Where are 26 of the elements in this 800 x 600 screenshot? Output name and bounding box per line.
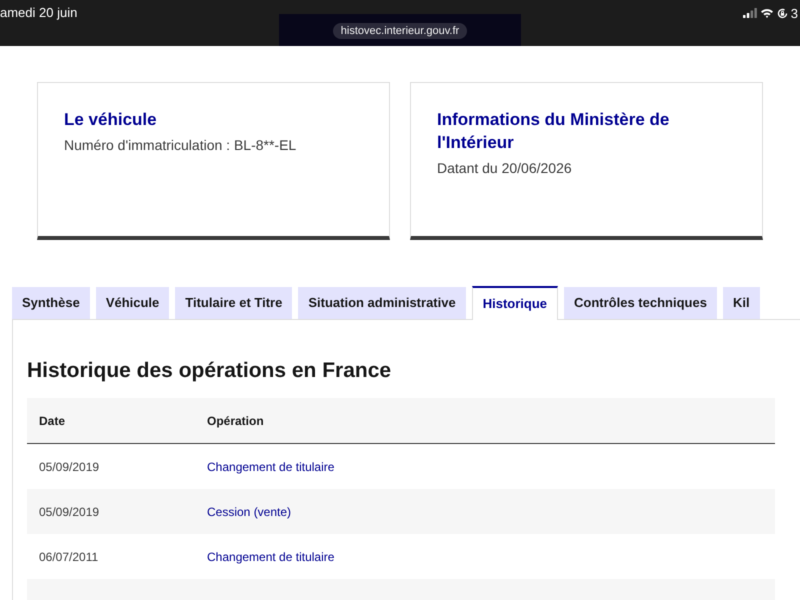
operation-link[interactable]: Changement de titulaire <box>207 548 334 566</box>
tab[interactable]: Synthèse <box>12 287 90 319</box>
card-text: Numéro d'immatriculation : BL-8**-EL <box>64 136 298 155</box>
column-header: Date <box>39 412 66 430</box>
date-cell-text: 05/09/2019 <box>39 458 100 476</box>
tab[interactable]: Historique <box>472 286 558 320</box>
operation-link[interactable]: Cession (vente) <box>207 502 292 520</box>
card-title: Le véhicule <box>64 109 158 131</box>
date-cell-text: 06/07/2011 <box>39 548 100 566</box>
section-heading: Historique des opérations en France <box>27 358 392 384</box>
date-cell-text: 05/09/2019 <box>39 504 100 520</box>
card-title: Informations du Ministère de l'Intérieur <box>437 109 670 154</box>
orientation-lock-icon <box>776 8 788 19</box>
wifi-icon <box>760 8 774 18</box>
operation-link[interactable]: Changement de titulaire <box>207 458 334 476</box>
tab[interactable]: Contrôles techniques <box>564 287 717 319</box>
status-time: 3 <box>790 8 798 20</box>
column-header: Opération <box>207 412 264 430</box>
card-text: Datant du 20/06/2026 <box>437 159 573 178</box>
tab[interactable]: Titulaire et Titre <box>175 287 292 319</box>
signal-icon <box>742 8 757 18</box>
tab[interactable]: Kil <box>722 287 760 319</box>
status-date: amedi 20 juin <box>0 5 78 21</box>
tab[interactable]: Situation administrative <box>298 287 466 319</box>
url-field[interactable]: histovec.interieur.gouv.fr <box>332 23 468 39</box>
tab[interactable]: Véhicule <box>96 287 170 319</box>
